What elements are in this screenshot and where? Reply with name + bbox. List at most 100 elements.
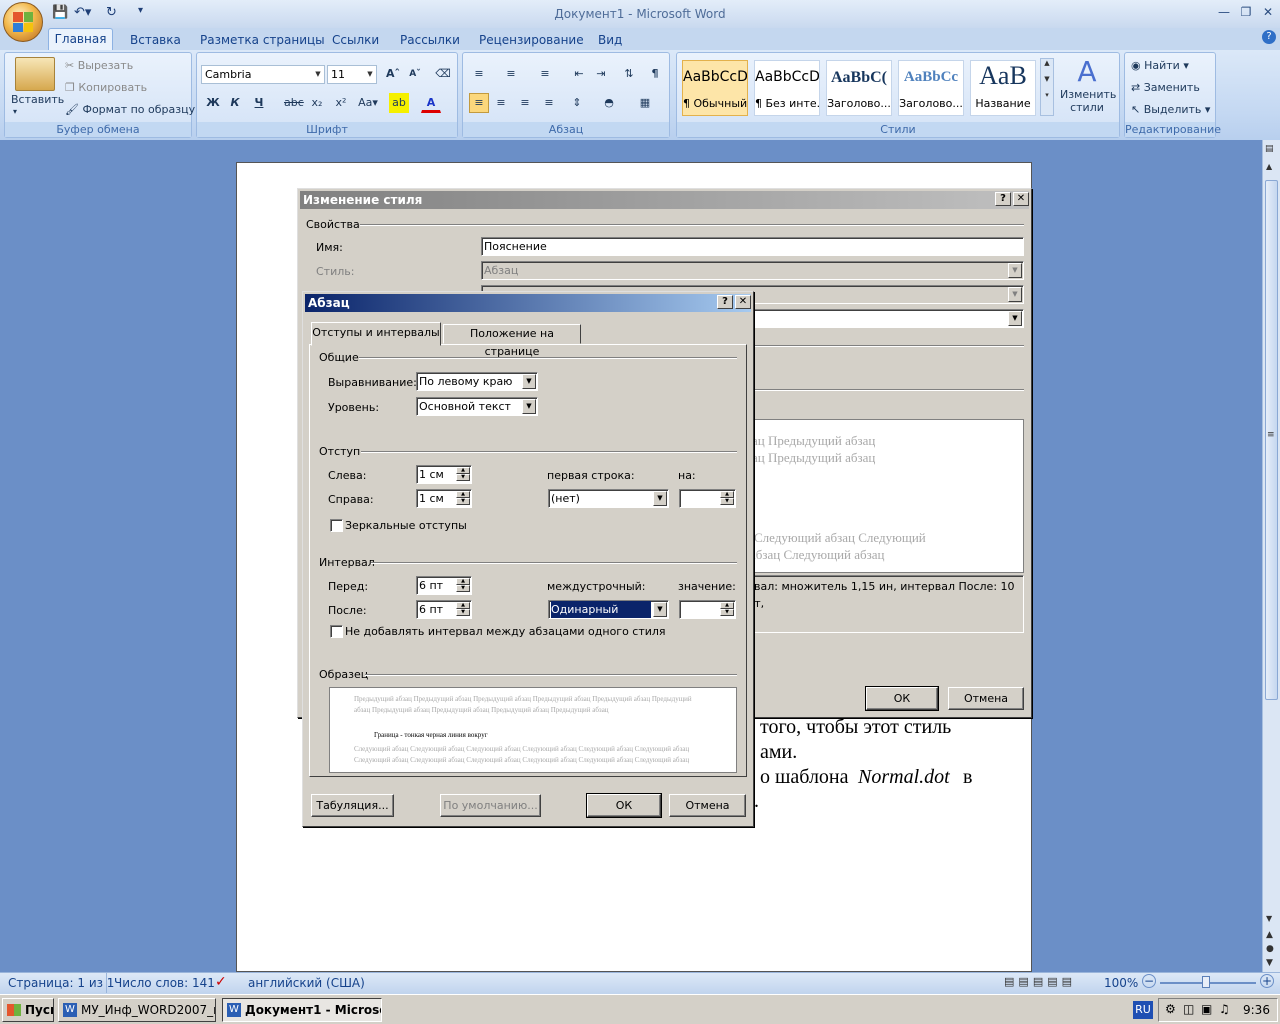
style-heading1[interactable]: AaBbC(Заголово...: [826, 60, 892, 116]
tray-network-icon[interactable]: ⚙: [1165, 1002, 1176, 1016]
help-icon[interactable]: ?: [1262, 30, 1276, 44]
modify-ok-button[interactable]: ОК: [865, 686, 939, 711]
replace-button[interactable]: ⇄ Заменить: [1131, 81, 1200, 94]
draft-icon[interactable]: ▤: [1062, 975, 1076, 988]
bold-icon[interactable]: Ж: [203, 93, 223, 113]
next-page-icon[interactable]: ▼: [1266, 958, 1273, 968]
zoom-out-icon[interactable]: −: [1142, 974, 1156, 988]
font-color-icon[interactable]: A: [421, 93, 441, 113]
subscript-icon[interactable]: x₂: [307, 93, 327, 113]
spinner-arrows-icon[interactable]: ▲ ▼: [456, 491, 470, 506]
restore-icon[interactable]: ❐: [1236, 4, 1256, 21]
scroll-thumb[interactable]: [1265, 180, 1278, 700]
multilevel-list-icon[interactable]: ≡: [535, 64, 555, 84]
change-case-icon[interactable]: Aa▾: [355, 93, 381, 113]
borders-icon[interactable]: ▦: [635, 93, 655, 113]
line-spacing-select[interactable]: Одинарный ▼: [548, 600, 669, 619]
default-button[interactable]: По умолчанию...: [440, 794, 541, 817]
change-styles-button[interactable]: A Изменить стили: [1060, 56, 1116, 118]
spinner-arrows-icon[interactable]: ▲ ▼: [456, 578, 470, 593]
chevron-down-icon[interactable]: ▼: [522, 399, 536, 414]
chevron-down-icon[interactable]: ▼: [1008, 311, 1022, 326]
copy-button[interactable]: ❐ Копировать: [65, 81, 147, 94]
tray-shield-icon[interactable]: ◫: [1183, 1002, 1194, 1016]
tab-view[interactable]: Вид: [598, 30, 622, 50]
chevron-down-icon[interactable]: ▼: [1008, 287, 1022, 302]
shading-icon[interactable]: ◓: [599, 93, 619, 113]
name-field[interactable]: Пояснение: [481, 237, 1024, 256]
paste-button[interactable]: Вставить: [11, 93, 64, 106]
chevron-down-icon[interactable]: ▼: [1041, 75, 1053, 83]
scroll-up-icon[interactable]: ▲: [1266, 162, 1272, 171]
spinner-arrows-icon[interactable]: ▲ ▼: [720, 602, 734, 617]
superscript-icon[interactable]: x²: [331, 93, 351, 113]
ruler-toggle-icon[interactable]: ▤: [1265, 144, 1274, 154]
print-layout-icon[interactable]: ▤: [1004, 975, 1018, 988]
by-spinner[interactable]: ▲ ▼: [679, 489, 736, 508]
justify-icon[interactable]: ≡: [539, 93, 559, 113]
browse-object-icon[interactable]: ●: [1266, 944, 1274, 954]
indent-left-spinner[interactable]: 1 см ▲ ▼: [416, 465, 472, 484]
scroll-down-icon[interactable]: ▼: [1266, 914, 1272, 923]
format-painter-button[interactable]: 🖌 Формат по образцу: [65, 103, 195, 116]
paste-dropdown-icon[interactable]: ▾: [13, 107, 17, 116]
language-status[interactable]: английский (США): [248, 976, 365, 990]
indent-right-spinner[interactable]: 1 см ▲ ▼: [416, 489, 472, 508]
style-normal[interactable]: AaBbCcD ¶ Обычный: [682, 60, 748, 116]
style-heading2[interactable]: AaBbCc Заголово...: [898, 60, 964, 116]
clear-format-icon[interactable]: ⌫: [433, 64, 453, 84]
align-right-icon[interactable]: ≡: [515, 93, 535, 113]
tray-volume-icon[interactable]: ♫: [1219, 1002, 1230, 1016]
close-icon[interactable]: ✕: [735, 295, 751, 309]
spinner-arrows-icon[interactable]: ▲ ▼: [720, 491, 734, 506]
value-spinner[interactable]: ▲ ▼: [679, 600, 736, 619]
minimize-icon[interactable]: —: [1214, 4, 1234, 21]
spinner-arrows-icon[interactable]: ▲ ▼: [456, 467, 470, 482]
zoom-slider-thumb[interactable]: [1202, 976, 1210, 988]
tab-indents-spacing[interactable]: Отступы и интервалы: [311, 322, 441, 346]
strikethrough-icon[interactable]: abc: [283, 93, 304, 113]
numbering-icon[interactable]: ≡: [501, 64, 521, 84]
modify-cancel-button[interactable]: Отмена: [948, 687, 1024, 710]
zoom-in-icon[interactable]: +: [1260, 974, 1274, 988]
first-line-select[interactable]: (нет) ▼: [548, 489, 669, 508]
pilcrow-icon[interactable]: ¶: [645, 64, 665, 84]
alignment-select[interactable]: По левому краю ▼: [416, 372, 538, 391]
paragraph-cancel-button[interactable]: Отмена: [669, 794, 746, 817]
underline-icon[interactable]: Ч: [249, 93, 269, 113]
no-space-checkbox[interactable]: [330, 625, 343, 638]
spellcheck-icon[interactable]: ✓: [215, 974, 227, 990]
chevron-down-icon[interactable]: ▼: [522, 374, 536, 389]
web-layout-icon[interactable]: ▤: [1033, 975, 1047, 988]
style-no-spacing[interactable]: AaBbCcD ¶ Без инте...: [754, 60, 820, 116]
level-select[interactable]: Основной текст ▼: [416, 397, 538, 416]
decrease-indent-icon[interactable]: ⇤: [569, 64, 589, 84]
font-name-combo[interactable]: Cambria ▼: [201, 65, 325, 84]
shrink-font-icon[interactable]: Aˇ: [405, 64, 425, 84]
vertical-scrollbar[interactable]: ▤ ▲ ≡ ▼ ▲ ● ▼: [1262, 140, 1280, 972]
outline-icon[interactable]: ▤: [1047, 975, 1061, 988]
spinner-arrows-icon[interactable]: ▲ ▼: [456, 602, 470, 617]
view-buttons[interactable]: ▤▤▤▤▤: [1004, 975, 1100, 991]
highlight-icon[interactable]: ab: [389, 93, 409, 113]
help-icon[interactable]: ?: [717, 295, 733, 309]
zoom-level[interactable]: 100%: [1104, 976, 1138, 990]
start-button[interactable]: Пуск: [2, 998, 54, 1022]
chevron-down-icon[interactable]: ▼: [653, 491, 667, 506]
align-center-icon[interactable]: ≡: [491, 93, 511, 113]
increase-indent-icon[interactable]: ⇥: [591, 64, 611, 84]
paragraph-ok-button[interactable]: ОК: [586, 793, 662, 818]
taskbar-item-doc1[interactable]: W МУ_Инф_WORD2007_в...: [58, 998, 216, 1022]
help-icon[interactable]: ?: [995, 192, 1011, 206]
font-size-combo[interactable]: 11 ▼: [327, 65, 377, 84]
prev-page-icon[interactable]: ▲: [1266, 930, 1273, 940]
tab-insert[interactable]: Вставка: [130, 30, 181, 50]
office-button[interactable]: [3, 2, 43, 42]
line-spacing-icon[interactable]: ⇕: [567, 93, 587, 113]
clock[interactable]: 9:36: [1243, 1003, 1270, 1017]
style-type-field[interactable]: Абзац ▼: [481, 261, 1024, 280]
grow-font-icon[interactable]: Aˆ: [383, 64, 403, 84]
close-icon[interactable]: ✕: [1258, 4, 1278, 21]
tab-references[interactable]: Ссылки: [332, 30, 379, 50]
bullets-icon[interactable]: ≡: [469, 64, 489, 84]
